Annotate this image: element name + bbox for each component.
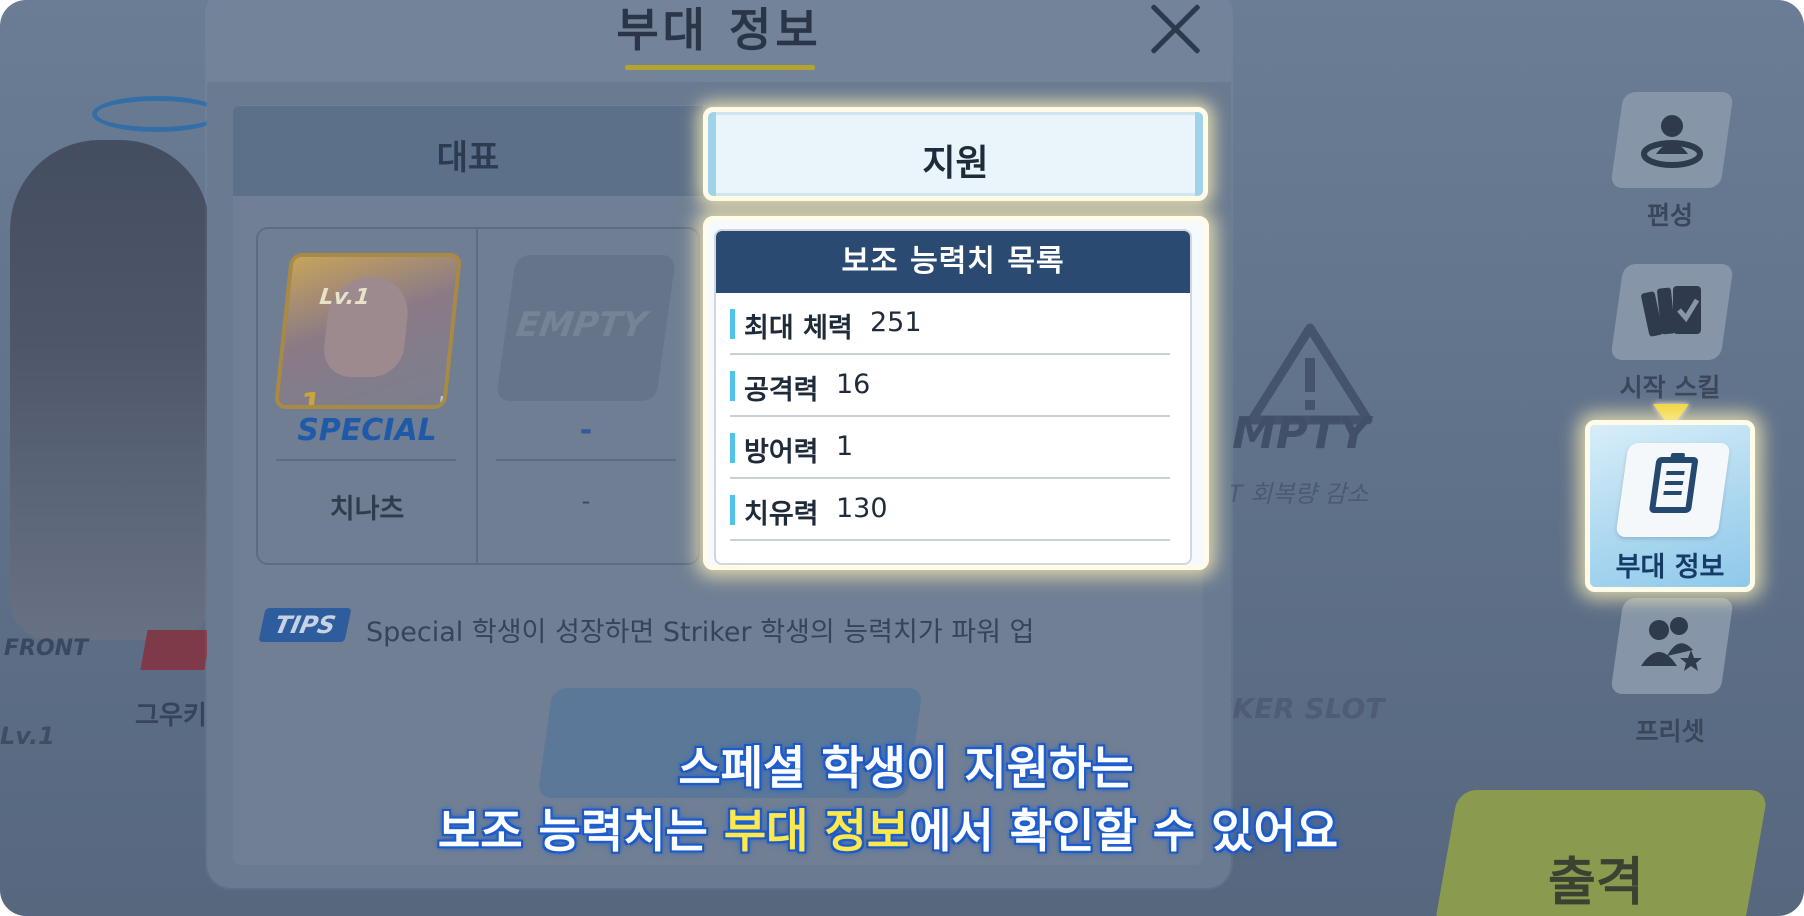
users-star-icon [1617, 614, 1727, 685]
clipboard-list-icon [1648, 453, 1699, 513]
subtitle-line-1: 스페셜 학생이 지원하는 [678, 741, 1134, 795]
stat-row: 공격력 16 [730, 355, 1170, 417]
subtitle-text: 에서 확인할 수 있어요 [909, 804, 1339, 858]
character-halo [92, 96, 222, 132]
tab-representative[interactable]: 대표 [233, 106, 703, 196]
dialog-title: 부대 정보 [616, 3, 822, 57]
stats-title: 보조 능력치 목록 [716, 231, 1190, 293]
stats-list: 보조 능력치 목록 최대 체력 251 공격력 16 방어력 1 치유력 130 [714, 229, 1192, 565]
empty-member-type: - [579, 413, 593, 448]
empty-slot-subtext: T 회복량 감소 [1228, 480, 1369, 508]
tips-badge: TIPS [258, 608, 352, 642]
cards-check-icon [1617, 280, 1727, 355]
member-type: SPECIAL [297, 413, 437, 448]
empty-slot-placeholder: EMPTY [513, 305, 650, 345]
front-slot-flag [140, 630, 212, 670]
user-pin-icon [1617, 110, 1727, 181]
member-star-count: 1 [298, 387, 323, 409]
stat-name: 치유력 [744, 499, 819, 530]
stat-row: 최대 체력 251 [730, 293, 1170, 355]
unit-info-button-face: 부대 정보 [1590, 425, 1750, 587]
support-plus-icon: ✚ [436, 383, 463, 409]
empty-slot-text: MPTY [1232, 408, 1370, 459]
stat-accent-bar [730, 371, 735, 401]
stat-accent-bar [730, 495, 735, 525]
tab-support[interactable]: 지원 [703, 107, 1208, 201]
stat-accent-bar [730, 433, 735, 463]
stat-value: 1 [836, 431, 854, 462]
subtitle-highlight: 부대 정보 [723, 804, 910, 858]
stat-name: 최대 체력 [744, 313, 853, 344]
subtitle-line-2: 보조 능력치는 부대 정보에서 확인할 수 있어요 [0, 795, 1790, 861]
game-screen: FRONT Lv.1 그우키 MPTY T 회복량 감소 IKER SLOT 출… [0, 0, 1804, 916]
side-menu-formation-label: 편성 [1646, 201, 1693, 230]
side-menu-unit-info-button[interactable]: 부대 정보 [1585, 420, 1755, 592]
member-separator [496, 459, 676, 461]
stat-value: 130 [836, 493, 888, 524]
close-icon[interactable] [1145, 0, 1205, 60]
stat-name: 방어력 [744, 437, 819, 468]
member-name: 치나츠 [329, 494, 405, 525]
member-level: Lv.1 [318, 285, 372, 310]
tab-support-label: 지원 [922, 143, 989, 184]
title-underline [625, 65, 815, 70]
empty-member-name: - [581, 487, 591, 515]
stat-value: 251 [870, 307, 922, 338]
tab-representative-label: 대표 [436, 138, 500, 178]
support-stats-panel: 보조 능력치 목록 최대 체력 251 공격력 16 방어력 1 치유력 130 [703, 216, 1209, 570]
stat-accent-bar [730, 309, 735, 339]
front-slot-name: 그우키 [135, 701, 207, 731]
unit-info-icon-card [1615, 443, 1731, 537]
stat-value: 16 [836, 369, 871, 400]
stat-row: 방어력 1 [730, 417, 1170, 479]
member-portrait[interactable]: Lv.1 1 ✚ [273, 253, 463, 409]
member-separator [276, 459, 456, 461]
background-character [10, 140, 210, 640]
subtitle-text: 보조 능력치는 [437, 804, 724, 858]
empty-member-slot[interactable]: EMPTY [495, 255, 677, 401]
stat-row: 치유력 130 [730, 479, 1170, 541]
tips-text: Special 학생이 성장하면 Striker 학생의 능력치가 파워 업 [366, 617, 1035, 648]
members-box: Lv.1 1 ✚ SPECIAL 치나츠 EMPTY - - [256, 227, 700, 565]
striker-slot-label: IKER SLOT [1222, 692, 1385, 725]
stat-name: 공격력 [744, 375, 819, 406]
side-menu-start-skill-label: 시작 스킬 [1619, 373, 1721, 402]
front-slot-label: FRONT [4, 636, 89, 661]
side-menu-unit-info-label: 부대 정보 [1615, 552, 1725, 583]
